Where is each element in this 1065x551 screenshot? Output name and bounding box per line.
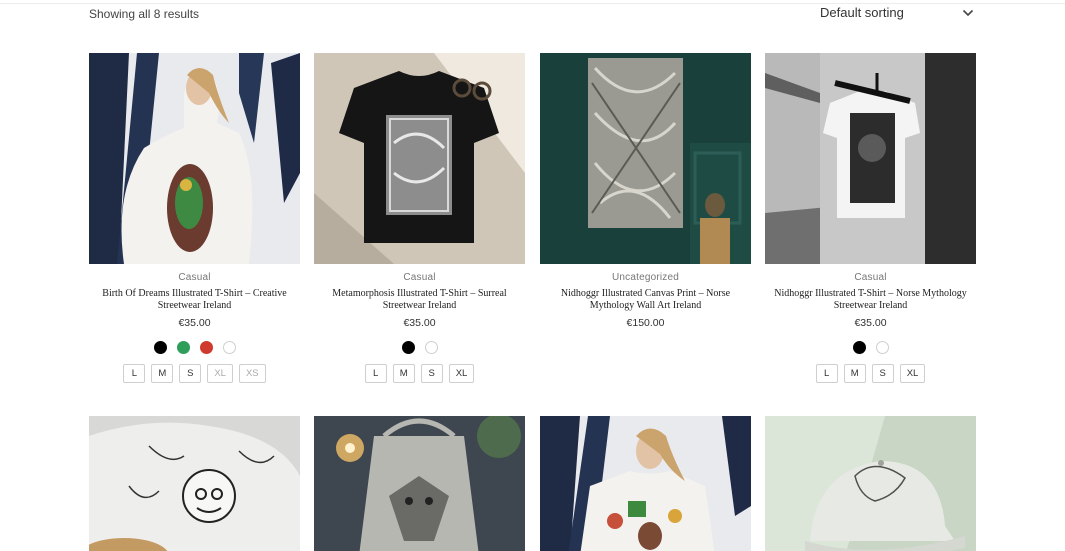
product-category: Uncategorized [611, 272, 680, 283]
color-swatches [765, 341, 976, 355]
size-option[interactable]: S [871, 364, 894, 383]
size-options: L M S XL [314, 364, 525, 384]
size-option[interactable]: M [843, 364, 866, 383]
size-options: L M S XL [765, 364, 976, 384]
swatch-black[interactable] [153, 341, 167, 354]
sorting-label: Default sorting [820, 5, 904, 20]
product-title[interactable]: Nidhoggr Illustrated Canvas Print – Nors… [546, 288, 745, 312]
product-image[interactable] [765, 53, 976, 264]
chevron-down-icon [962, 6, 974, 18]
swatch-black[interactable] [401, 341, 415, 354]
color-swatches [314, 341, 525, 355]
product-title[interactable]: Metamorphosis Illustrated T-Shirt – Surr… [320, 288, 519, 312]
product-image[interactable] [314, 53, 525, 264]
swatch-red[interactable] [199, 341, 213, 354]
size-option[interactable]: L [123, 364, 146, 383]
size-option[interactable]: XL [207, 364, 233, 383]
product-category: Casual [403, 272, 436, 283]
sorting-dropdown[interactable]: Default sorting [816, 4, 976, 22]
product-image[interactable] [765, 416, 976, 551]
size-option[interactable]: M [151, 364, 174, 383]
swatch-white[interactable] [424, 341, 438, 354]
product-price: €150.00 [626, 317, 665, 329]
swatch-white[interactable] [222, 341, 236, 354]
product-price: €35.00 [178, 317, 211, 329]
product-image[interactable] [89, 53, 300, 264]
product-image[interactable] [314, 416, 525, 551]
product-image[interactable] [540, 53, 751, 264]
product-price: €35.00 [403, 317, 436, 329]
shop-toolbar: Showing all 8 results Default sorting [89, 4, 976, 24]
swatch-black[interactable] [852, 341, 866, 354]
size-option[interactable]: XL [448, 364, 475, 383]
size-option[interactable]: L [815, 364, 838, 383]
size-option[interactable]: M [392, 364, 415, 383]
size-options: L M S XL XS [89, 364, 300, 384]
swatch-white[interactable] [875, 341, 889, 354]
swatch-green[interactable] [176, 341, 190, 354]
size-option[interactable]: L [364, 364, 387, 383]
size-option[interactable]: XL [899, 364, 926, 383]
size-option[interactable]: S [179, 364, 202, 383]
color-swatches [89, 341, 300, 355]
product-category: Casual [178, 272, 211, 283]
result-count: Showing all 8 results [89, 7, 200, 21]
product-category: Casual [854, 272, 887, 283]
product-title[interactable]: Birth Of Dreams Illustrated T-Shirt – Cr… [95, 288, 294, 312]
product-price: €35.00 [854, 317, 887, 329]
size-option[interactable]: S [420, 364, 443, 383]
size-option[interactable]: XS [238, 364, 266, 383]
product-title[interactable]: Nidhoggr Illustrated T-Shirt – Norse Myt… [771, 288, 970, 312]
product-image[interactable] [89, 416, 300, 551]
product-image[interactable] [540, 416, 751, 551]
